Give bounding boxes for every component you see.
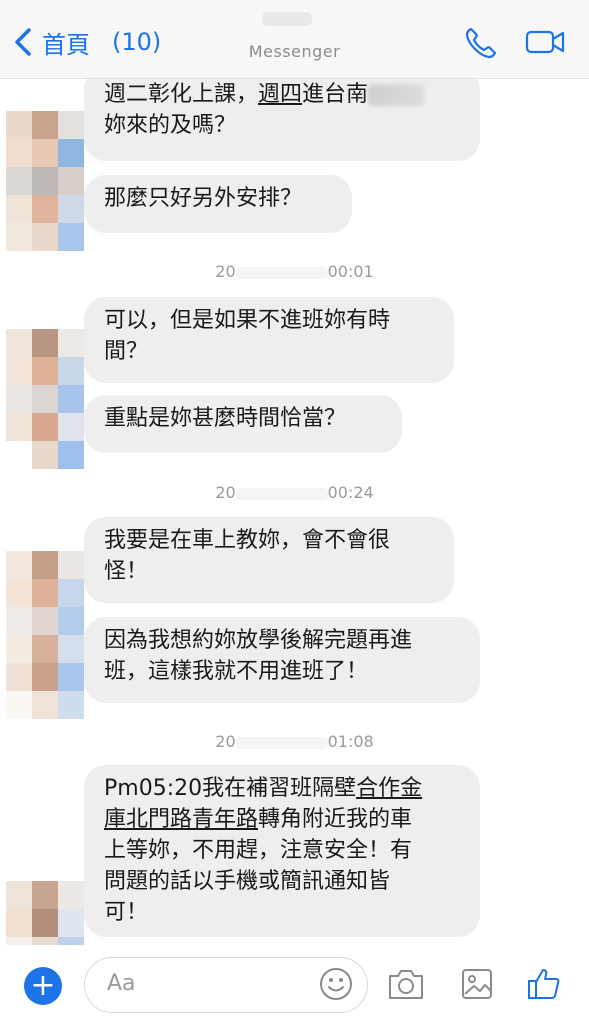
video-camera-icon[interactable] <box>524 24 568 60</box>
message-line: 班，這樣我就不用進班了！ <box>104 659 369 684</box>
chat-header: 首頁 (10) Messenger <box>0 0 589 79</box>
message-line: 妳來的及嗎？ <box>104 113 237 138</box>
contact-avatar-blurred <box>6 551 84 719</box>
message-line: 因為我想約妳放學後解完題再進 <box>104 628 413 653</box>
message-bubble[interactable]: 那麼只好另外安排？ <box>84 175 352 233</box>
message-line: 怪！ <box>104 559 149 584</box>
message-bubble[interactable]: 週二彰化上課，週四進台南 妳來的及嗎？ <box>84 79 480 161</box>
message-text: 重點是妳甚麼時間恰當？ <box>104 406 347 431</box>
contact-avatar-blurred <box>6 329 84 469</box>
message-bubble[interactable]: 重點是妳甚麼時間恰當？ <box>84 395 402 453</box>
message-line: 庫北門路青年路轉角附近我的車 <box>104 807 413 832</box>
address-link[interactable]: 庫北門路青年路 <box>104 807 258 832</box>
message-line: 上等妳，不用趕，注意安全！有 <box>104 838 413 863</box>
message-line: 我要是在車上教妳，會不會很 <box>104 528 391 553</box>
contact-avatar-blurred <box>6 111 84 251</box>
timestamp: 20 01:08 <box>215 732 374 751</box>
timestamp: 20 00:01 <box>215 262 374 281</box>
emoji-icon[interactable] <box>318 966 354 1002</box>
image-icon[interactable] <box>460 966 494 1002</box>
message-bubble[interactable]: 因為我想約妳放學後解完題再進 班，這樣我就不用進班了！ <box>84 617 480 703</box>
message-line: Pm05:20我在補習班隔壁合作金 <box>104 776 423 801</box>
timestamp: 20 00:24 <box>215 483 374 502</box>
phone-icon[interactable] <box>462 24 500 62</box>
input-placeholder: Aa <box>107 971 136 996</box>
contact-avatar-blurred <box>6 881 84 945</box>
message-list[interactable]: 週二彰化上課，週四進台南 妳來的及嗎？ 那麼只好另外安排？ 20 00:01 可以… <box>0 79 589 945</box>
message-bubble[interactable]: Pm05:20我在補習班隔壁合作金 庫北門路青年路轉角附近我的車 上等妳，不用趕… <box>84 765 480 937</box>
message-line: 可以，但是如果不進班妳有時 <box>104 308 391 333</box>
header-title: Messenger <box>248 42 341 61</box>
message-line: 問題的話以手機或簡訊通知皆 <box>104 869 391 894</box>
address-link[interactable]: 合作金 <box>356 776 422 801</box>
camera-icon[interactable] <box>386 966 426 1002</box>
message-text: 那麼只好另外安排？ <box>104 186 303 211</box>
contact-name-redacted <box>262 12 312 26</box>
plus-icon[interactable]: + <box>24 967 62 1005</box>
thumbs-up-icon[interactable] <box>526 966 562 1002</box>
message-bubble[interactable]: 我要是在車上教妳，會不會很 怪！ <box>84 517 454 603</box>
message-line: 間？ <box>104 339 149 364</box>
message-line: 週二彰化上課，週四進台南 <box>104 79 460 110</box>
message-bubble[interactable]: 可以，但是如果不進班妳有時 間？ <box>84 297 454 383</box>
message-line: 可！ <box>104 900 149 925</box>
